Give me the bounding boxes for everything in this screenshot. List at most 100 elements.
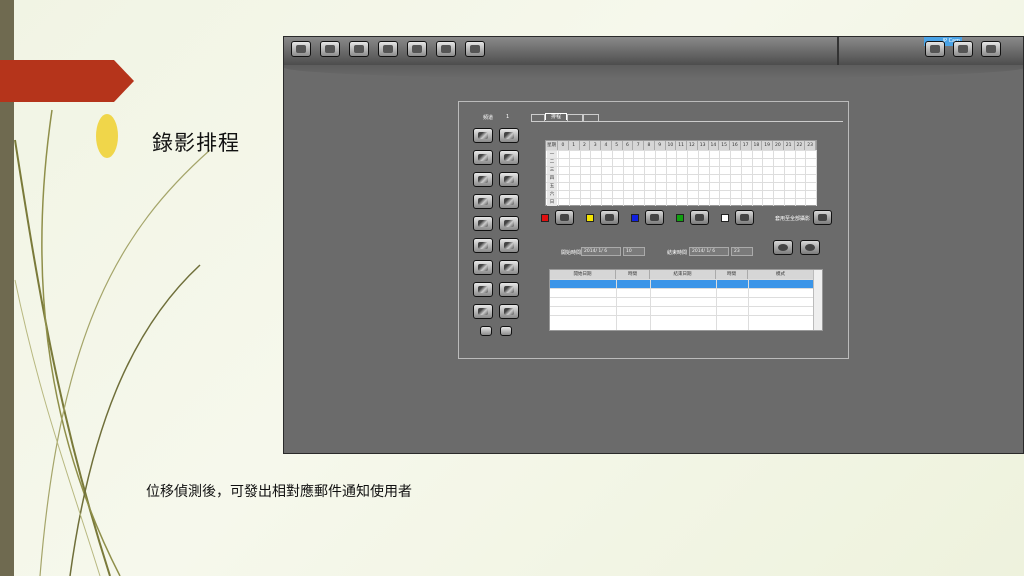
- schedule-grid-line: [601, 150, 602, 206]
- schedule-hour-label: 11: [676, 141, 687, 150]
- schedule-day-row[interactable]: 三: [546, 166, 816, 174]
- schedule-hour-label: 12: [687, 141, 698, 150]
- record-icon[interactable]: [378, 41, 398, 57]
- channel-button[interactable]: [473, 172, 493, 187]
- start-time-label: 開始時間: [561, 250, 582, 256]
- remove-schedule-button[interactable]: [800, 240, 820, 255]
- files-icon[interactable]: [465, 41, 485, 57]
- end-date-field[interactable]: 2014/ 1/ 6: [689, 247, 729, 256]
- schedule-grid-line: [622, 150, 624, 206]
- schedule-grid-line: [730, 150, 731, 206]
- schedule-hour-label: 9: [655, 141, 666, 150]
- schedule-grid-line: [590, 150, 592, 206]
- table-row[interactable]: [550, 288, 814, 297]
- tab-schedule[interactable]: 排程: [545, 113, 567, 120]
- schedule-hour-label: 8: [644, 141, 655, 150]
- tab-4[interactable]: [583, 114, 599, 121]
- table-scrollbar[interactable]: [813, 270, 822, 330]
- tab-1[interactable]: [531, 114, 545, 121]
- camera-icon[interactable]: [291, 41, 311, 57]
- tab-3[interactable]: [567, 114, 583, 121]
- apply-all-button[interactable]: [813, 210, 832, 225]
- channel-button[interactable]: [499, 238, 519, 253]
- save-icon[interactable]: [953, 41, 973, 57]
- playback-icon[interactable]: [320, 41, 340, 57]
- table-header-cell: 模式: [748, 270, 814, 279]
- schedule-table: 開始日期 時間 結束日期 時間 模式: [549, 269, 823, 331]
- channel-button[interactable]: [499, 172, 519, 187]
- channel-number: 1: [506, 114, 510, 120]
- mode-color-swatch: [541, 214, 549, 222]
- power-icon[interactable]: [981, 41, 1001, 57]
- schedule-day-row[interactable]: 二: [546, 158, 816, 166]
- window-icon[interactable]: [925, 41, 945, 57]
- record-event-button[interactable]: [690, 210, 709, 225]
- table-row[interactable]: [550, 306, 814, 315]
- table-row[interactable]: [550, 279, 814, 288]
- channel-button[interactable]: [499, 128, 519, 143]
- channel-button[interactable]: [499, 260, 519, 275]
- schedule-day-row[interactable]: 一: [546, 150, 816, 158]
- start-date-field[interactable]: 2014/ 1/ 6: [581, 247, 621, 256]
- clear-schedule-button[interactable]: [735, 210, 754, 225]
- monitor-icon[interactable]: [407, 41, 427, 57]
- channel-button[interactable]: [499, 194, 519, 209]
- schedule-day-row[interactable]: 四: [546, 174, 816, 182]
- toolbar: IP Cam: [284, 37, 1023, 66]
- schedule-grid[interactable]: 星期 0 1 2 3 4 5 6 7 8 9 10 11 12 13 14 15 16 17 18 19 20 21 22 23…: [545, 140, 817, 206]
- schedule-hour-label: 20: [773, 141, 784, 150]
- channel-button[interactable]: [473, 304, 493, 319]
- toolbar-divider: [837, 37, 839, 65]
- schedule-hour-label: 14: [709, 141, 720, 150]
- schedule-day-label: 三: [547, 167, 557, 174]
- schedule-grid-line: [708, 150, 710, 206]
- channel-button[interactable]: [473, 194, 493, 209]
- table-row[interactable]: [550, 315, 814, 324]
- schedule-grid-line: [719, 150, 721, 206]
- title-arrow-shape: [0, 60, 134, 102]
- schedule-hour-label: 23: [805, 141, 816, 150]
- page-next-button[interactable]: [500, 326, 512, 336]
- add-schedule-button[interactable]: [773, 240, 793, 255]
- column-divider: [650, 279, 651, 330]
- schedule-hour-label: 16: [730, 141, 741, 150]
- schedule-day-label: 日: [547, 199, 557, 206]
- schedule-day-row[interactable]: 日: [546, 198, 816, 206]
- schedule-hour-label: 6: [623, 141, 634, 150]
- schedule-day-row[interactable]: 六: [546, 190, 816, 198]
- schedule-grid-line: [697, 150, 699, 206]
- record-alarm-button[interactable]: [645, 210, 664, 225]
- schedule-corner-label: 星期: [547, 141, 558, 150]
- schedule-grid-line: [773, 150, 774, 206]
- record-continuous-button[interactable]: [555, 210, 574, 225]
- page-prev-button[interactable]: [480, 326, 492, 336]
- channel-button[interactable]: [473, 150, 493, 165]
- schedule-grid-line: [751, 150, 753, 206]
- schedule-hour-label: 15: [719, 141, 730, 150]
- settings-icon[interactable]: [349, 41, 369, 57]
- column-divider: [616, 279, 617, 330]
- record-motion-button[interactable]: [600, 210, 619, 225]
- channel-button[interactable]: [499, 282, 519, 297]
- channel-button[interactable]: [473, 238, 493, 253]
- schedule-grid-line: [665, 150, 667, 206]
- channel-button[interactable]: [473, 216, 493, 231]
- layout-icon[interactable]: [436, 41, 456, 57]
- channel-button[interactable]: [499, 150, 519, 165]
- channel-button[interactable]: [473, 260, 493, 275]
- channel-button[interactable]: [499, 304, 519, 319]
- end-hour-field[interactable]: 23: [731, 247, 753, 256]
- schedule-day-row[interactable]: 五: [546, 182, 816, 190]
- channel-button[interactable]: [499, 216, 519, 231]
- table-row[interactable]: [550, 297, 814, 306]
- channel-button[interactable]: [473, 282, 493, 297]
- start-hour-field[interactable]: 10: [623, 247, 645, 256]
- slide-title: 錄影排程: [152, 131, 240, 155]
- channel-button[interactable]: [473, 128, 493, 143]
- schedule-grid-line: [644, 150, 645, 206]
- schedule-day-label: 六: [547, 191, 557, 198]
- schedule-grid-line: [568, 150, 570, 206]
- mode-color-swatch: [676, 214, 684, 222]
- schedule-grid-line: [805, 150, 807, 206]
- header-swoosh: [284, 65, 1023, 79]
